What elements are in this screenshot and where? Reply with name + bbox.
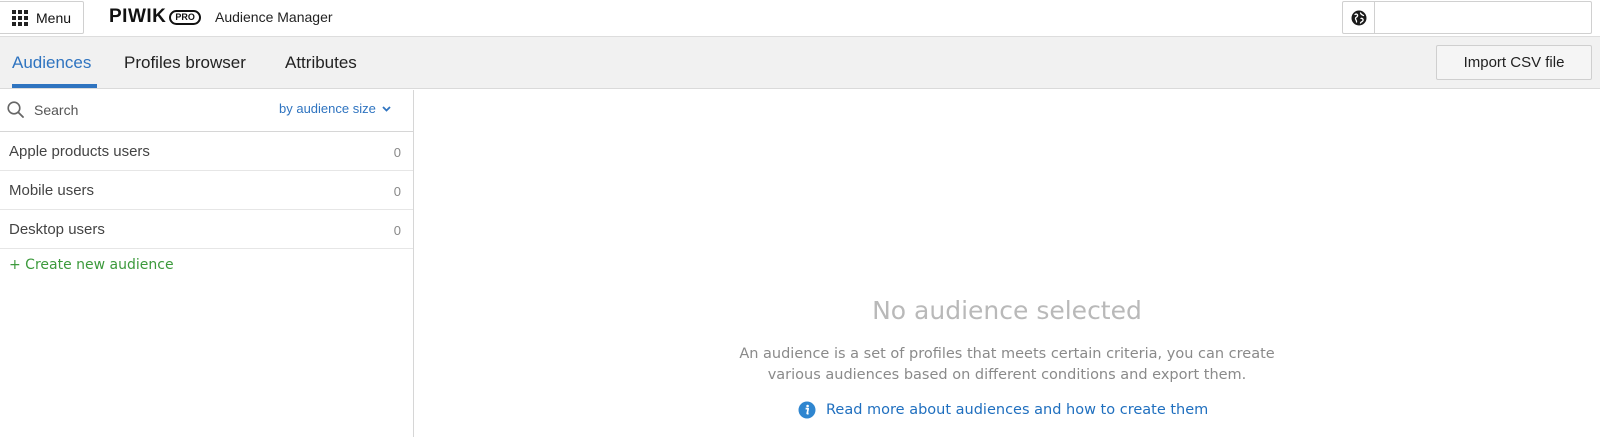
menu-label: Menu [36,9,72,26]
grid-icon [12,9,28,26]
description-line: various audiences based on different con… [767,367,1247,383]
product-name: Audience Manager [215,9,333,25]
globe-icon [1351,10,1366,25]
sort-label: by audience size [279,101,376,116]
tab-audiences[interactable]: Audiences [12,37,91,89]
menu-button[interactable]: Menu [0,1,84,34]
user-box [1342,1,1592,34]
audience-name: Apple products users [9,143,150,160]
audience-count: 0 [393,145,401,160]
sort-dropdown[interactable]: by audience size [279,101,391,116]
logo-word: PIWIK [109,6,167,27]
search-row: by audience size [0,90,413,132]
audience-list-panel: by audience size Apple products users 0 … [0,90,414,437]
tabs-bar: Audiences Profiles browser Attributes Im… [0,37,1600,89]
audience-name: Mobile users [9,182,95,199]
audience-count: 0 [393,184,401,199]
piwik-pro-logo: PIWIK PRO [109,6,201,27]
import-csv-button[interactable]: Import CSV file [1436,45,1592,80]
read-more-text: Read more about audiences and how to cre… [826,402,1209,418]
chevron-down-icon [382,105,391,112]
audience-name: Desktop users [9,221,105,238]
search-icon [7,101,24,118]
audience-item[interactable]: Apple products users 0 [0,132,413,171]
audience-item[interactable]: Desktop users 0 [0,210,413,249]
tab-profiles-browser[interactable]: Profiles browser [124,37,246,89]
audience-item[interactable]: Mobile users 0 [0,171,413,210]
search-input[interactable] [34,98,254,122]
user-field[interactable] [1375,2,1591,33]
tab-attributes[interactable]: Attributes [285,37,357,89]
logo-pro-badge: PRO [169,9,201,25]
empty-state-title: No audience selected [872,296,1142,325]
info-icon [798,401,816,419]
globe-button[interactable] [1343,2,1375,33]
description-line: An audience is a set of profiles that me… [739,346,1275,362]
create-new-audience-link[interactable]: + Create new audience [9,257,174,273]
empty-state-description: An audience is a set of profiles that me… [414,344,1600,386]
read-more-link[interactable]: Read more about audiences and how to cre… [798,401,1208,419]
audience-count: 0 [393,223,401,238]
top-bar: Menu PIWIK PRO Audience Manager [0,0,1600,37]
active-tab-indicator [12,84,97,88]
